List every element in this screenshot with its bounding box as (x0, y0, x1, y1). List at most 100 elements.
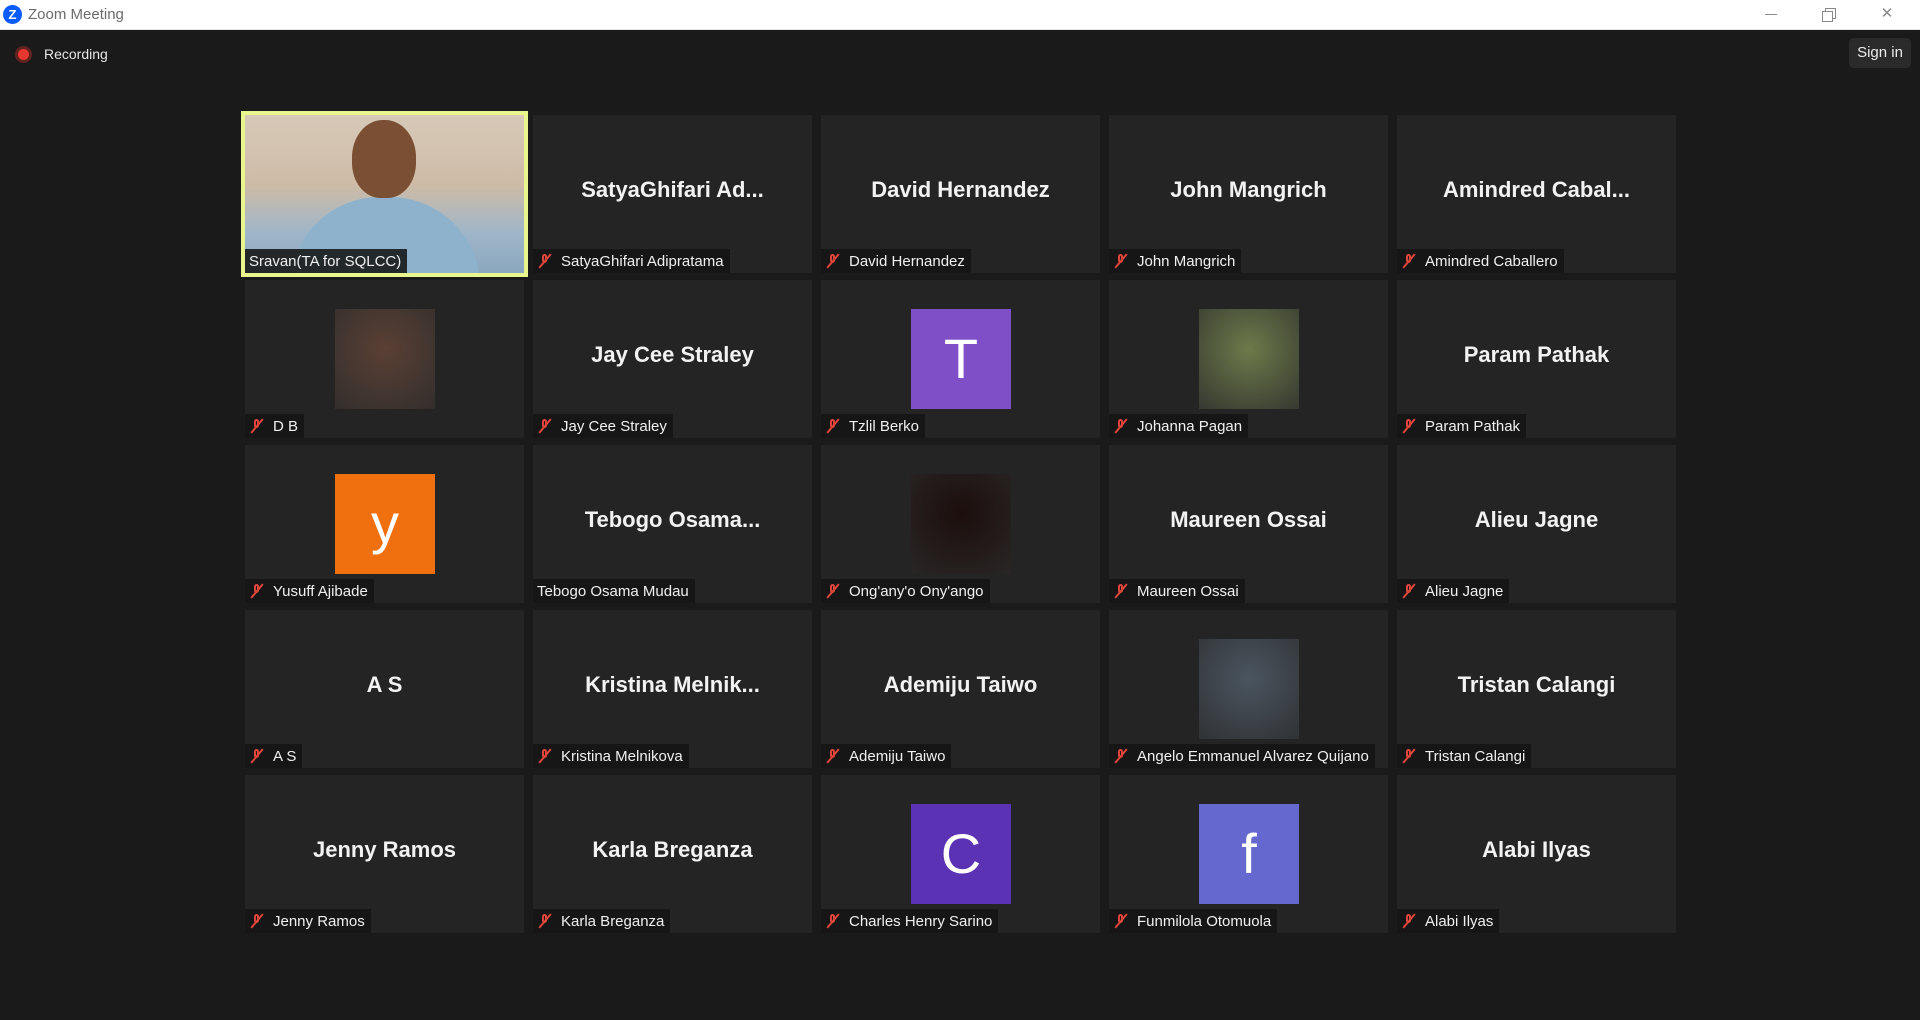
participant-name-tag: Yusuff Ajibade (245, 579, 374, 603)
participant-name-tag: Alabi Ilyas (1397, 909, 1500, 933)
participant-name: Ong'any'o Ony'ango (849, 582, 984, 600)
participant-name-tag: A S (245, 744, 303, 768)
mic-muted-icon (1401, 583, 1417, 599)
participant-tile[interactable]: David Hernandez David Hernandez (821, 115, 1100, 273)
participant-tile[interactable]: Maureen Ossai Maureen Ossai (1109, 445, 1388, 603)
restore-icon[interactable] (1800, 0, 1858, 29)
participant-tile[interactable]: C Charles Henry Sarino (821, 775, 1100, 933)
participant-tile[interactable]: Sravan(TA for SQLCC) (241, 111, 528, 277)
participant-display-name: Alieu Jagne (1474, 507, 1599, 532)
participant-name-tag: D B (245, 414, 305, 438)
participant-name-tag: Maureen Ossai (1109, 579, 1245, 603)
participant-name: Amindred Caballero (1425, 252, 1558, 270)
participant-tile[interactable]: John Mangrich John Mangrich (1109, 115, 1388, 273)
participant-name-tag: Charles Henry Sarino (821, 909, 999, 933)
mic-muted-icon (1401, 913, 1417, 929)
title-bar: Z Zoom Meeting ✕ (0, 0, 1920, 30)
participant-tile[interactable]: Alieu Jagne Alieu Jagne (1397, 445, 1676, 603)
close-icon[interactable]: ✕ (1858, 0, 1916, 29)
recording-indicator[interactable]: Recording (14, 44, 108, 64)
participant-tile[interactable]: Jay Cee Straley Jay Cee Straley (533, 280, 812, 438)
participant-tile[interactable]: y Yusuff Ajibade (245, 445, 524, 603)
participant-tile[interactable]: T Tzlil Berko (821, 280, 1100, 438)
participant-name: Sravan(TA for SQLCC) (249, 252, 402, 270)
participant-name-tag: Tebogo Osama Mudau (533, 579, 695, 603)
participant-tile[interactable]: Johanna Pagan (1109, 280, 1388, 438)
participant-name: John Mangrich (1137, 252, 1236, 270)
sign-in-button[interactable]: Sign in (1849, 38, 1911, 68)
participant-tile[interactable]: A S A S (245, 610, 524, 768)
participant-display-name: Maureen Ossai (1170, 507, 1327, 532)
participant-tile[interactable]: Ademiju Taiwo Ademiju Taiwo (821, 610, 1100, 768)
avatar-letter: C (911, 804, 1011, 904)
participant-name: Johanna Pagan (1137, 417, 1243, 435)
record-icon (18, 48, 29, 60)
participant-display-name: A S (366, 672, 403, 697)
participant-name: Tebogo Osama Mudau (537, 582, 689, 600)
participant-name-tag: Ong'any'o Ony'ango (821, 579, 990, 603)
participant-tile[interactable]: Karla Breganza Karla Breganza (533, 775, 812, 933)
participant-tile[interactable]: Kristina Melnik... Kristina Melnikova (533, 610, 812, 768)
participant-name-tag: Tzlil Berko (821, 414, 926, 438)
participant-name: A S (273, 747, 297, 765)
minimize-icon[interactable] (1742, 0, 1800, 29)
participant-tile[interactable]: Tristan Calangi Tristan Calangi (1397, 610, 1676, 768)
mic-muted-icon (1113, 913, 1129, 929)
participant-display-name: SatyaGhifari Ad... (581, 177, 764, 202)
participant-display-name: Alabi Ilyas (1482, 837, 1591, 862)
participant-name-tag: Jenny Ramos (245, 909, 371, 933)
participant-name: Charles Henry Sarino (849, 912, 993, 930)
participant-name: Yusuff Ajibade (273, 582, 368, 600)
mic-muted-icon (249, 583, 265, 599)
participant-name-tag: Tristan Calangi (1397, 744, 1532, 768)
participant-display-name: John Mangrich (1170, 177, 1327, 202)
participant-name: Jay Cee Straley (561, 417, 667, 435)
participant-name-tag: Ademiju Taiwo (821, 744, 952, 768)
participant-display-name: Tebogo Osama... (584, 507, 761, 532)
participant-display-name: Tristan Calangi (1457, 672, 1616, 697)
recording-label: Recording (44, 46, 108, 62)
participant-name: D B (273, 417, 299, 435)
participant-tile[interactable]: Amindred Cabal... Amindred Caballero (1397, 115, 1676, 273)
mic-muted-icon (1401, 418, 1417, 434)
mic-muted-icon (1113, 583, 1129, 599)
participant-tile[interactable]: Ong'any'o Ony'ango (821, 445, 1100, 603)
avatar-photo (1199, 639, 1299, 739)
participant-name: Ademiju Taiwo (849, 747, 946, 765)
participant-name-tag: SatyaGhifari Adipratama (533, 249, 730, 273)
participant-name-tag: Funmilola Otomuola (1109, 909, 1278, 933)
participant-name: Param Pathak (1425, 417, 1521, 435)
mic-muted-icon (1113, 253, 1129, 269)
participant-tile[interactable]: SatyaGhifari Ad... SatyaGhifari Adipratam… (533, 115, 812, 273)
participant-tile[interactable]: Tebogo Osama... Tebogo Osama Mudau (533, 445, 812, 603)
mic-muted-icon (537, 418, 553, 434)
participant-name: David Hernandez (849, 252, 965, 270)
participant-name-tag: Johanna Pagan (1109, 414, 1249, 438)
participant-display-name: Param Pathak (1463, 342, 1610, 367)
participant-name: Alieu Jagne (1425, 582, 1504, 600)
participant-tile[interactable]: Alabi Ilyas Alabi Ilyas (1397, 775, 1676, 933)
participant-name-tag: Alieu Jagne (1397, 579, 1510, 603)
participant-name: Angelo Emmanuel Alvarez Quijano (1137, 747, 1369, 765)
participant-name-tag: Param Pathak (1397, 414, 1527, 438)
mic-muted-icon (1401, 253, 1417, 269)
mic-muted-icon (249, 748, 265, 764)
participant-name-tag: Karla Breganza (533, 909, 671, 933)
participant-tile[interactable]: f Funmilola Otomuola (1109, 775, 1388, 933)
mic-muted-icon (249, 418, 265, 434)
mic-muted-icon (537, 748, 553, 764)
participant-tile[interactable]: Angelo Emmanuel Alvarez Quijano (1109, 610, 1388, 768)
participant-name-tag: Angelo Emmanuel Alvarez Quijano (1109, 744, 1375, 768)
avatar-letter: y (335, 474, 435, 574)
participant-name-tag: Amindred Caballero (1397, 249, 1564, 273)
participant-tile[interactable]: Jenny Ramos Jenny Ramos (245, 775, 524, 933)
participant-name: Jenny Ramos (273, 912, 365, 930)
mic-muted-icon (825, 913, 841, 929)
participant-display-name: Jenny Ramos (312, 837, 457, 862)
mic-muted-icon (1113, 748, 1129, 764)
participant-tile[interactable]: D B (245, 280, 524, 438)
participant-display-name: Karla Breganza (592, 837, 753, 862)
mic-muted-icon (1401, 748, 1417, 764)
participant-tile[interactable]: Param Pathak Param Pathak (1397, 280, 1676, 438)
mic-muted-icon (249, 913, 265, 929)
